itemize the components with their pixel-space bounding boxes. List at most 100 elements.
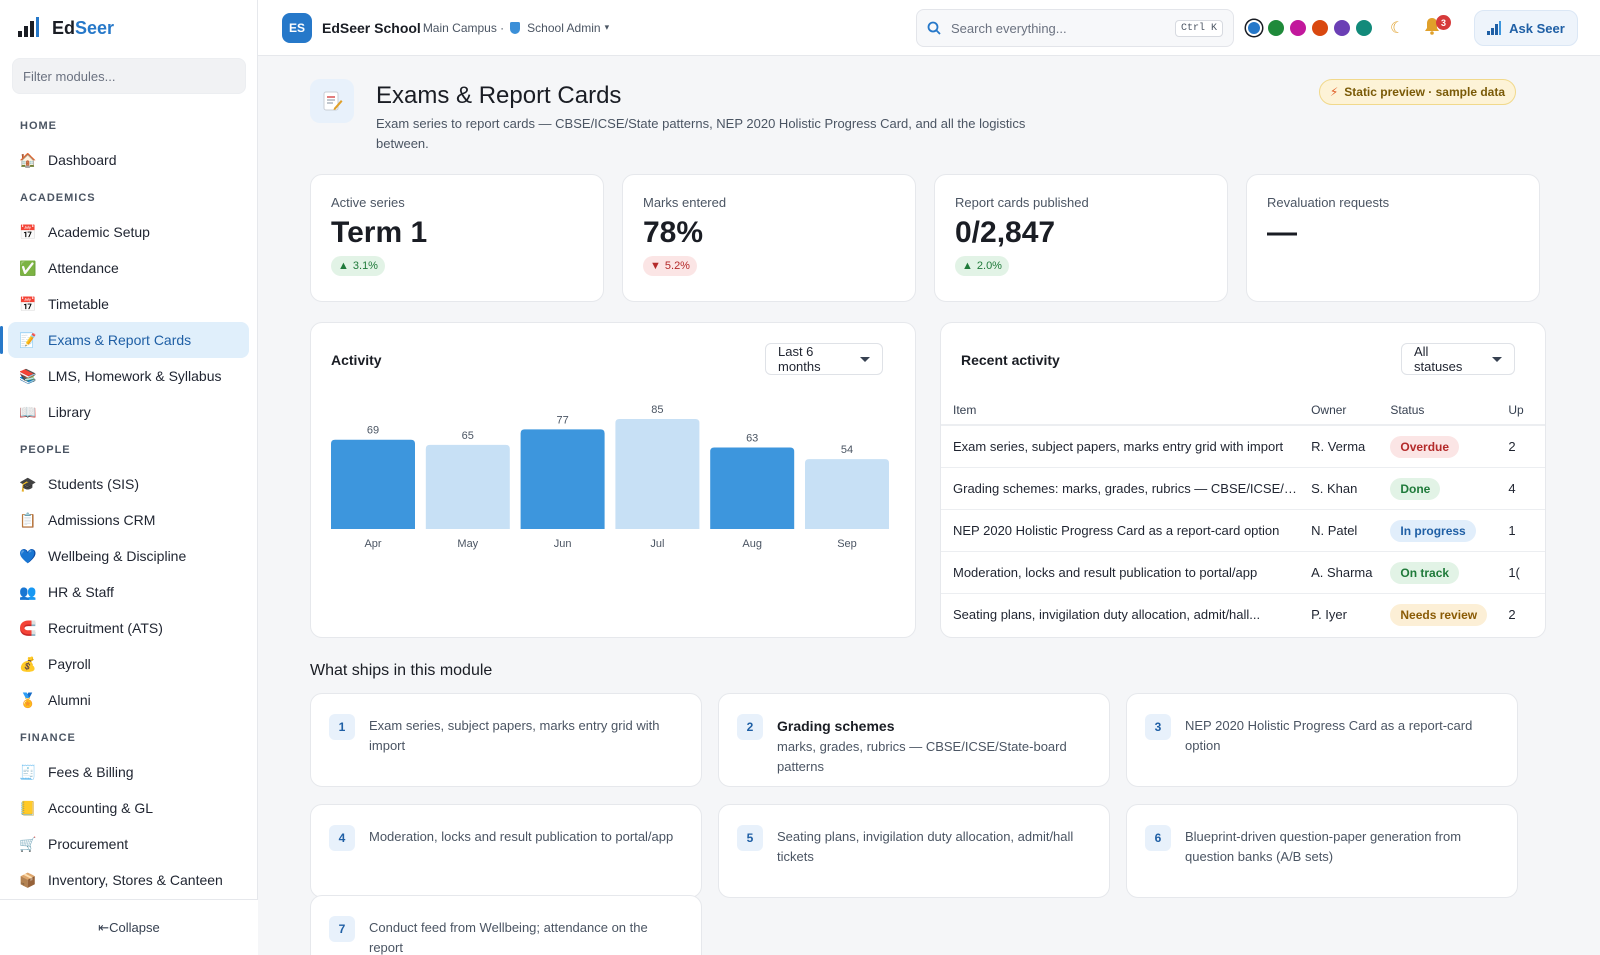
table-header-cell[interactable]: Status	[1390, 403, 1508, 417]
theme-color-swatch[interactable]	[1312, 20, 1328, 36]
sidebar-item-students-sis[interactable]: 🎓 Students (SIS)	[8, 466, 249, 502]
school-avatar[interactable]: ES	[282, 12, 312, 43]
table-row[interactable]: Grading schemes: marks, grades, rubrics …	[941, 467, 1545, 509]
sidebar-item-accounting-gl[interactable]: 📒 Accounting & GL	[8, 790, 249, 826]
sidebar-item-fees-billing[interactable]: 🧾 Fees & Billing	[8, 754, 249, 790]
page-title: Exams & Report Cards	[376, 82, 622, 109]
feature-number: 1	[329, 714, 355, 740]
chart-bar[interactable]	[805, 459, 889, 529]
sidebar-item-label: HR & Staff	[48, 584, 114, 600]
sidebar-item-attendance[interactable]: ✅ Attendance	[8, 250, 249, 286]
theme-color-swatch[interactable]	[1334, 20, 1350, 36]
home-icon: 🏠	[19, 151, 37, 168]
theme-color-swatch[interactable]	[1290, 20, 1306, 36]
calendar-icon: 📅	[19, 223, 37, 240]
sidebar-item-library[interactable]: 📖 Library	[8, 394, 249, 430]
books-icon: 📚	[19, 367, 37, 384]
range-dropdown[interactable]: Last 6 months	[765, 343, 883, 375]
feature-text: Blueprint-driven question-paper generati…	[1185, 829, 1462, 864]
sidebar-section-title: FINANCE	[20, 732, 76, 744]
stat-value: 0/2,847	[955, 216, 1056, 249]
chart-bar[interactable]	[710, 447, 795, 529]
feature-body: Conduct feed from Wellbeing; attendance …	[369, 916, 683, 955]
static-preview-label: Static preview · sample data	[1344, 85, 1505, 99]
stat-cards: Active series Term 1 ▲ 3.1% Marks entered…	[310, 174, 1540, 302]
table-header-cell[interactable]: Owner	[1311, 403, 1390, 417]
stat-card: Marks entered 78% ▼ 5.2%	[622, 174, 916, 302]
theme-color-swatch[interactable]	[1268, 20, 1284, 36]
people-icon: 👥	[19, 583, 37, 600]
open-book-icon: 📖	[19, 403, 37, 420]
sidebar-item-timetable[interactable]: 📅 Timetable	[8, 286, 249, 322]
table-row[interactable]: Seating plans, invigilation duty allocat…	[941, 593, 1545, 635]
sidebar-item-payroll[interactable]: 💰 Payroll	[8, 646, 249, 682]
status-badge: On track	[1390, 561, 1460, 584]
sidebar-item-admissions-crm[interactable]: 📋 Admissions CRM	[8, 502, 249, 538]
cart-icon: 🛒	[19, 835, 37, 852]
sidebar-item-inventory-stores-canteen[interactable]: 📦 Inventory, Stores & Canteen	[8, 862, 249, 898]
activity-bar-chart: 69 Apr 65 May 77 Jun 85 Jul 63 Aug 54 Sep	[331, 404, 889, 550]
sidebar-item-alumni[interactable]: 🏅 Alumni	[8, 682, 249, 718]
row-item: Seating plans, invigilation duty allocat…	[953, 607, 1261, 622]
sidebar-item-procurement[interactable]: 🛒 Procurement	[8, 826, 249, 862]
sidebar-nav: HOME 🏠 Dashboard ACADEMICS 📅 Academic Setup ✅ A…	[0, 106, 257, 926]
feature-number: 6	[1145, 825, 1171, 851]
chart-bar[interactable]	[425, 444, 510, 529]
stat-value: 78%	[643, 216, 704, 249]
feature-body: Exam series, subject papers, marks entry…	[369, 714, 683, 786]
school-meta[interactable]: Main Campus · School Admin ▾	[423, 21, 609, 35]
row-status: Needs review	[1390, 603, 1508, 626]
filter-modules-input[interactable]	[12, 58, 246, 94]
global-search[interactable]: Search everything... Ctrl K	[916, 9, 1234, 47]
ask-seer-button[interactable]: Ask Seer	[1474, 10, 1578, 46]
topbar: ES EdSeer School Main Campus · School Ad…	[258, 0, 1600, 56]
school-name[interactable]: EdSeer School	[322, 20, 421, 36]
brand[interactable]: EdSeer	[0, 0, 257, 56]
static-preview-badge: ⚡ Static preview · sample data	[1318, 79, 1516, 105]
feature-card: 5 Seating plans, invigilation duty alloca…	[718, 804, 1110, 898]
feature-number: 4	[329, 825, 355, 851]
sidebar-item-lms-homework-syllabus[interactable]: 📚 LMS, Homework & Syllabus	[8, 358, 249, 394]
clipboard-icon: 📋	[19, 511, 37, 528]
row-owner: N. Patel	[1311, 523, 1358, 538]
row-item: Moderation, locks and result publication…	[953, 565, 1258, 580]
graduation-cap-icon: 🎓	[19, 475, 37, 492]
sidebar-item-recruitment-ats[interactable]: 🧲 Recruitment (ATS)	[8, 610, 249, 646]
table-row[interactable]: NEP 2020 Holistic Progress Card as a rep…	[941, 509, 1545, 551]
sidebar-item-label: Exams & Report Cards	[48, 332, 192, 348]
feature-body: Seating plans, invigilation duty allocat…	[777, 825, 1091, 897]
chart-bar[interactable]	[331, 439, 415, 529]
table-header-cell[interactable]: Up	[1508, 403, 1545, 417]
calendar-icon: 📅	[19, 295, 37, 312]
theme-color-swatch[interactable]	[1248, 22, 1260, 34]
sidebar-item-dashboard[interactable]: 🏠 Dashboard	[8, 142, 249, 178]
feature-text: Exam series, subject papers, marks entry…	[369, 718, 660, 753]
stat-value: —	[1267, 216, 1297, 249]
sidebar-section-title: HOME	[20, 120, 57, 132]
sidebar-item-label: Alumni	[48, 692, 91, 708]
lightning-icon: ⚡	[1329, 85, 1339, 99]
feature-card: 6 Blueprint-driven question-paper generat…	[1126, 804, 1518, 898]
table-row[interactable]: Exam series, subject papers, marks entry…	[941, 425, 1545, 467]
collapse-button[interactable]: ⇤Collapse	[0, 899, 258, 955]
chart-category-label: Sep	[837, 538, 857, 550]
chart-category-label: Jul	[650, 538, 664, 550]
status-badge: Needs review	[1390, 603, 1488, 626]
sidebar-item-label: Payroll	[48, 656, 91, 672]
package-icon: 📦	[19, 871, 37, 888]
sidebar-item-exams-report-cards[interactable]: 📝 Exams & Report Cards	[0, 322, 249, 358]
sidebar-item-academic-setup[interactable]: 📅 Academic Setup	[8, 214, 249, 250]
sidebar-item-label: LMS, Homework & Syllabus	[48, 368, 222, 384]
table-row[interactable]: Moderation, locks and result publication…	[941, 551, 1545, 593]
moon-icon[interactable]: ☾	[1390, 18, 1404, 38]
status-filter-dropdown[interactable]: All statuses	[1401, 343, 1515, 375]
chart-category-label: Apr	[364, 538, 381, 550]
sidebar-item-wellbeing-discipline[interactable]: 💙 Wellbeing & Discipline	[8, 538, 249, 574]
main-content: Exams & Report Cards Exam series to repo…	[258, 56, 1600, 955]
chart-data-label: 63	[746, 432, 758, 444]
theme-color-swatch[interactable]	[1356, 20, 1372, 36]
chart-bar[interactable]	[520, 429, 605, 529]
table-header-cell[interactable]: Item	[941, 403, 1311, 417]
chart-bar[interactable]	[615, 419, 700, 529]
sidebar-item-hr-staff[interactable]: 👥 HR & Staff	[8, 574, 249, 610]
